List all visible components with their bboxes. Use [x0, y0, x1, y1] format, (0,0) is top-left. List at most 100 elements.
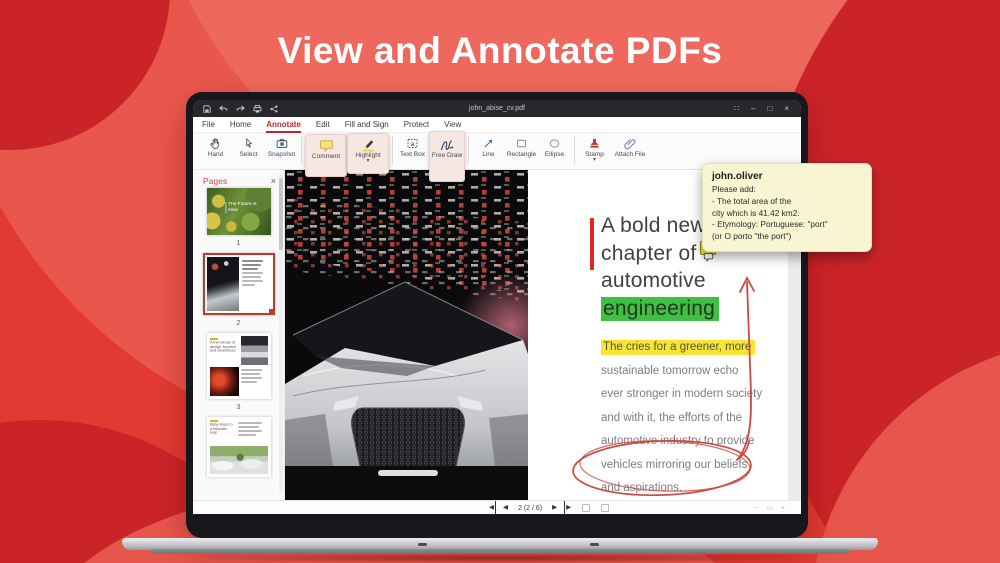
- stamp-icon: [588, 136, 601, 151]
- menu-bar: File Home Annotate Edit Fill and Sign Pr…: [193, 117, 801, 133]
- attach-file-tool-button[interactable]: Attach File: [611, 133, 649, 168]
- tool-label: Comment: [312, 153, 340, 160]
- page-thumbnail-4[interactable]: Baby steps to a futuristic leap: [207, 417, 271, 477]
- status-bar: ◀ ◀ 2 (2 / 6) ▶ ▶ − ▭ +: [193, 500, 801, 514]
- page-paragraph: The cries for a greener, more sustainabl…: [601, 336, 762, 500]
- page-number: 1: [236, 238, 240, 247]
- laptop-foot: [418, 543, 427, 546]
- thumbnail-text-block: [241, 367, 267, 396]
- close-panel-icon[interactable]: ×: [271, 176, 276, 186]
- page-thumbnail-2-selected[interactable]: [203, 253, 275, 315]
- toolbar-separator: [574, 136, 575, 164]
- rectangle-icon: [515, 136, 528, 151]
- thumbnail-text-block: Baby steps to a futuristic leap: [210, 420, 235, 444]
- pages-panel-title: Pages: [203, 176, 227, 186]
- note-line: city which is 41.42 km2.: [712, 208, 862, 220]
- comment-bubble-icon: [319, 138, 334, 153]
- paragraph-line: sustainable tomorrow echo: [601, 365, 738, 377]
- line-tool-button[interactable]: Line: [472, 133, 505, 168]
- menu-protect[interactable]: Protect: [404, 120, 429, 129]
- note-line: - Etymology: Portuguese: "port": [712, 219, 862, 231]
- hero-title: View and Annotate PDFs: [0, 30, 1000, 72]
- highlighter-icon: [361, 137, 376, 152]
- last-page-icon[interactable]: ▶: [564, 501, 571, 515]
- hand-tool-button[interactable]: Hand: [199, 133, 232, 168]
- free-draw-tool-button[interactable]: Free Draw: [429, 131, 465, 182]
- thumbnail-text-block: [238, 420, 268, 444]
- fit-page-icon[interactable]: ▭: [766, 504, 773, 512]
- zoom-out-icon[interactable]: −: [754, 505, 758, 512]
- comment-tool-button[interactable]: Comment: [305, 134, 347, 177]
- menu-edit[interactable]: Edit: [316, 120, 330, 129]
- thumbnail-car-photo: [207, 257, 240, 311]
- page-thumbnail-3[interactable]: A triumvirate of design, function and cl…: [207, 333, 271, 399]
- text-box-icon: a: [406, 136, 419, 151]
- snapshot-tool-button[interactable]: Snapshot: [265, 133, 298, 168]
- red-accent-bar: [590, 218, 594, 270]
- stamp-tool-button[interactable]: Stamp ▾: [578, 133, 611, 168]
- thumbnail-text-block: [240, 257, 270, 311]
- tool-label: Ellipse: [545, 151, 564, 158]
- headline-line: chapter of: [601, 242, 696, 265]
- menu-file[interactable]: File: [202, 120, 215, 129]
- toolbar-separator: [392, 136, 393, 164]
- tool-label: Hand: [208, 151, 224, 158]
- next-page-icon[interactable]: ▶: [552, 501, 557, 515]
- green-highlighted-text: engineering: [601, 297, 719, 321]
- paperclip-icon: [624, 136, 637, 151]
- svg-text:a: a: [411, 141, 415, 148]
- menu-home[interactable]: Home: [230, 120, 251, 129]
- tool-label: Attach File: [615, 151, 646, 158]
- toolbar-separator: [301, 136, 302, 164]
- text-box-tool-button[interactable]: a Text Box: [396, 133, 429, 168]
- note-line: (or O porto "the port"): [712, 231, 862, 243]
- sticky-note-comment[interactable]: john.oliver Please add: - The total area…: [702, 163, 872, 252]
- rectangle-tool-button[interactable]: Rectangle: [505, 133, 538, 168]
- menu-fill-and-sign[interactable]: Fill and Sign: [345, 120, 389, 129]
- window-layout-icon[interactable]: ∷: [734, 100, 739, 117]
- paragraph-line: and with it, the efforts of the: [601, 412, 742, 424]
- thumbnail-caption: A triumvirate of design, function and cl…: [210, 341, 238, 353]
- continuous-view-icon[interactable]: [601, 504, 609, 512]
- page-number: 3: [236, 402, 240, 411]
- line-arrow-icon: [482, 136, 495, 151]
- document-filename: john_abise_cv.pdf: [193, 105, 801, 112]
- thumbnail-car-photo: [241, 336, 267, 365]
- zoom-in-icon[interactable]: +: [781, 505, 785, 512]
- first-page-icon[interactable]: ◀: [489, 501, 496, 515]
- selection-handle: [269, 309, 274, 314]
- ellipse-tool-button[interactable]: Ellipse: [538, 133, 571, 168]
- thumbnail-text-block: A triumvirate of design, function and cl…: [210, 336, 240, 365]
- select-cursor-icon: [243, 136, 255, 151]
- laptop-foot: [590, 543, 599, 546]
- headline-line: automotive: [601, 269, 706, 292]
- previous-page-icon[interactable]: ◀: [503, 501, 508, 515]
- restore-icon[interactable]: □: [767, 100, 772, 117]
- minimize-icon[interactable]: –: [751, 100, 755, 117]
- laptop-shadow: [190, 553, 810, 563]
- sidebar-scrollbar[interactable]: [279, 174, 283, 492]
- page-number: 2: [236, 318, 240, 327]
- paragraph-line: automotive industry to provide: [601, 435, 754, 447]
- pages-sidebar: Pages × The Future is Now 1 2: [193, 170, 285, 500]
- note-line: - The total area of the: [712, 196, 862, 208]
- menu-view[interactable]: View: [444, 120, 461, 129]
- thumbnail-caption: Baby steps to a futuristic leap: [210, 423, 235, 435]
- close-icon[interactable]: ×: [784, 100, 789, 117]
- single-page-view-icon[interactable]: [582, 504, 590, 512]
- select-tool-button[interactable]: Select: [232, 133, 265, 168]
- hand-icon: [209, 136, 222, 151]
- note-line: Please add:: [712, 184, 862, 196]
- thumbnail-taillight-photo: [210, 367, 240, 396]
- highlight-tool-button[interactable]: Highlight ▾: [347, 133, 389, 174]
- thumbnail-caption: The Future is Now: [225, 202, 259, 213]
- thumbnail-cars-photo: [210, 446, 268, 474]
- note-author: john.oliver: [712, 171, 862, 182]
- dropdown-caret-icon: ▾: [593, 158, 596, 163]
- free-draw-scribble-icon: [439, 137, 455, 152]
- dropdown-caret-icon: ▾: [366, 159, 369, 164]
- page-thumbnail-1[interactable]: The Future is Now: [207, 188, 271, 235]
- menu-annotate[interactable]: Annotate: [266, 120, 301, 129]
- paragraph-line: vehicles mirroring our beliefs: [601, 459, 747, 471]
- toolbar-separator: [468, 136, 469, 164]
